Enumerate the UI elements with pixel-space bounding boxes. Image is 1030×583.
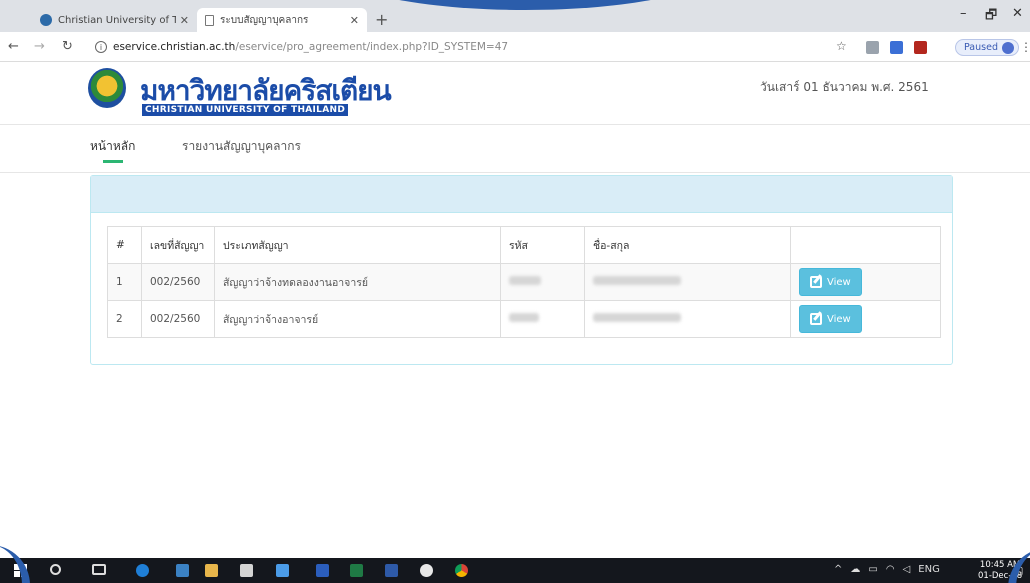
view-button-label: View — [827, 276, 851, 288]
back-arrow-icon[interactable]: ← — [8, 39, 19, 54]
mail-icon[interactable] — [240, 564, 253, 577]
column-header: เลขที่สัญญา — [141, 226, 215, 264]
minimize-button[interactable]: – — [960, 6, 967, 21]
contract-number: 002/2560 — [141, 300, 215, 338]
logo-thai-text[interactable]: มหาวิทยาลัยคริสเตียน — [140, 76, 392, 106]
agreements-panel: # เลขที่สัญญา ประเภทสัญญา รหัส ชื่อ-สกุล… — [90, 175, 953, 365]
divider — [0, 124, 1030, 125]
site-header: มหาวิทยาลัยคริสเตียน CHRISTIAN UNIVERSIT… — [0, 62, 1030, 124]
battery-icon[interactable]: ▭ — [868, 564, 877, 575]
system-tray: ^ ☁ ▭ ◠ ◁ ENG — [834, 564, 940, 575]
globe-icon — [40, 14, 52, 26]
nav-item-report[interactable]: รายงานสัญญาบุคลากร — [182, 137, 301, 156]
menu-kebab-icon[interactable]: ⋮ — [1020, 40, 1030, 54]
employee-code-redacted — [500, 263, 585, 301]
profile-status-label: Paused — [964, 42, 998, 53]
close-tab-icon[interactable]: ✕ — [180, 14, 189, 27]
cloud-icon[interactable]: ☁ — [850, 564, 860, 575]
edit-icon — [810, 276, 822, 288]
view-button-label: View — [827, 313, 851, 325]
url-path: /eservice/pro_agreement/index.php?ID_SYS… — [235, 41, 509, 53]
close-tab-icon[interactable]: ✕ — [350, 14, 359, 27]
address-bar-row: ← → ↻ i eservice.christian.ac.th /eservi… — [0, 32, 1030, 62]
redacted-text — [593, 276, 681, 285]
column-header: # — [107, 226, 142, 264]
url-input[interactable]: i eservice.christian.ac.th /eservice/pro… — [95, 37, 895, 57]
redacted-text — [509, 313, 539, 322]
file-explorer-icon[interactable] — [176, 564, 189, 577]
extension-icon[interactable] — [890, 41, 903, 54]
contract-type: สัญญาว่าจ้างทดลองงานอาจารย์ — [214, 263, 501, 301]
divider — [0, 172, 1030, 173]
action-cell: View — [790, 263, 941, 301]
wifi-icon[interactable]: ◠ — [886, 564, 895, 575]
chevron-up-icon[interactable]: ^ — [834, 564, 842, 575]
windows-start-icon[interactable] — [14, 564, 27, 577]
tab-title: ระบบสัญญาบุคลากร — [220, 14, 309, 26]
edit-icon — [810, 313, 822, 325]
chrome-icon[interactable] — [455, 564, 468, 577]
redacted-text — [593, 313, 681, 322]
column-header: ประเภทสัญญา — [214, 226, 501, 264]
volume-icon[interactable]: ◁ — [903, 564, 911, 575]
app-icon[interactable] — [420, 564, 433, 577]
pdf-extension-icon[interactable] — [914, 41, 927, 54]
active-nav-indicator — [103, 160, 123, 163]
word-icon[interactable] — [316, 564, 329, 577]
view-button[interactable]: View — [799, 268, 862, 296]
new-tab-button[interactable]: + — [375, 10, 388, 29]
star-icon[interactable]: ☆ — [836, 39, 847, 53]
profile-status-button[interactable]: Paused — [955, 39, 1019, 56]
logo-english-text[interactable]: CHRISTIAN UNIVERSITY OF THAILAND — [142, 104, 349, 116]
view-button[interactable]: View — [799, 305, 862, 333]
visio-icon[interactable] — [385, 564, 398, 577]
tab-title: Christian University of Thailand — [58, 14, 176, 26]
edge-icon[interactable] — [136, 564, 149, 577]
avatar — [1001, 41, 1014, 54]
table-header-row: # เลขที่สัญญา ประเภทสัญญา รหัส ชื่อ-สกุล — [107, 226, 941, 264]
browser-tab-cut[interactable]: Christian University of Thailand ✕ — [32, 8, 197, 32]
excel-icon[interactable] — [350, 564, 363, 577]
employee-name-redacted — [584, 300, 791, 338]
maximize-button[interactable]: 🗗 — [985, 6, 997, 28]
notification-icon[interactable]: ▢ — [1013, 564, 1023, 577]
language-indicator[interactable]: ENG — [918, 564, 940, 575]
page-icon — [205, 14, 214, 26]
browser-tab-strip: Christian University of Thailand ✕ ระบบส… — [0, 0, 1030, 32]
search-icon[interactable] — [50, 564, 61, 575]
column-header: ชื่อ-สกุล — [584, 226, 791, 264]
app-icon[interactable] — [276, 564, 289, 577]
header-date: วันเสาร์ 01 ธันวาคม พ.ศ. 2561 — [760, 80, 929, 94]
task-view-icon[interactable] — [92, 564, 106, 575]
table-row: 2 002/2560 สัญญาว่าจ้างอาจารย์ View — [107, 300, 941, 338]
agreements-table: # เลขที่สัญญา ประเภทสัญญา รหัส ชื่อ-สกุล… — [107, 226, 941, 338]
close-window-button[interactable]: ✕ — [1012, 6, 1023, 21]
university-seal-logo[interactable] — [88, 68, 126, 108]
store-icon[interactable] — [205, 564, 218, 577]
contract-number: 002/2560 — [141, 263, 215, 301]
employee-name-redacted — [584, 263, 791, 301]
forward-arrow-icon[interactable]: → — [34, 39, 45, 54]
browser-tab-agreement[interactable]: ระบบสัญญาบุคลากร ✕ — [197, 8, 367, 32]
windows-taskbar: ^ ☁ ▭ ◠ ◁ ENG 10:45 AM 01-Dec-18 ▢ — [0, 558, 1030, 583]
redacted-text — [509, 276, 541, 285]
contract-type: สัญญาว่าจ้างอาจารย์ — [214, 300, 501, 338]
nav-item-home[interactable]: หน้าหลัก — [90, 137, 135, 156]
employee-code-redacted — [500, 300, 585, 338]
row-number: 1 — [107, 263, 142, 301]
extension-icon[interactable] — [866, 41, 879, 54]
column-header — [790, 226, 941, 264]
reload-icon[interactable]: ↻ — [62, 39, 73, 54]
panel-heading — [91, 176, 952, 213]
info-icon[interactable]: i — [95, 41, 107, 53]
table-row: 1 002/2560 สัญญาว่าจ้างทดลองงานอาจารย์ V… — [107, 263, 941, 301]
action-cell: View — [790, 300, 941, 338]
row-number: 2 — [107, 300, 142, 338]
column-header: รหัส — [500, 226, 585, 264]
url-host: eservice.christian.ac.th — [113, 41, 236, 53]
